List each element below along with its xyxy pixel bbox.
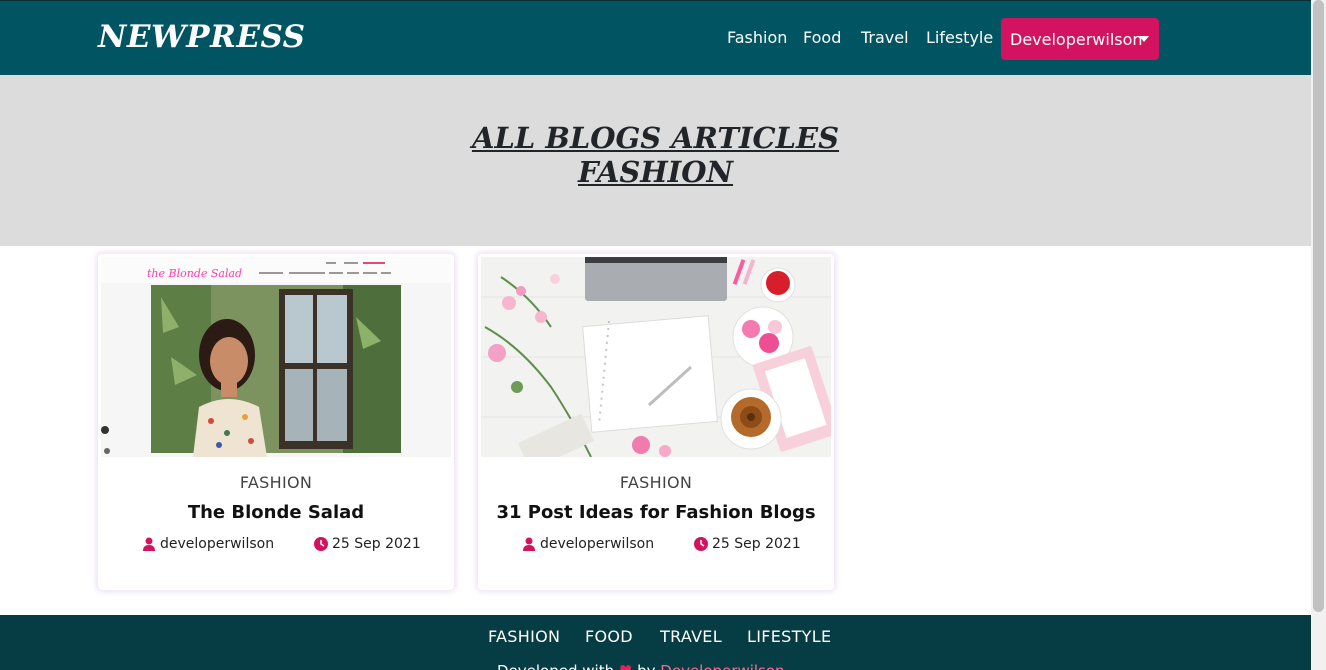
page-title-line-2: FASHION — [577, 155, 734, 189]
footer-credit-by: by — [637, 662, 655, 670]
post-date-text: 25 Sep 2021 — [712, 536, 801, 552]
post-thumbnail[interactable] — [481, 257, 831, 457]
page-title: ALL BLOGS ARTICLES FASHION — [0, 121, 1311, 189]
top-navbar: NEWPRESS Fashion Food Travel Lifestyle D… — [0, 0, 1311, 75]
clock-icon — [694, 537, 708, 551]
post-author: developerwilson — [142, 536, 274, 552]
post-title[interactable]: 31 Post Ideas for Fashion Blogs — [478, 502, 834, 523]
nav-link-food[interactable]: Food — [803, 28, 841, 47]
page-header: ALL BLOGS ARTICLES FASHION — [0, 75, 1311, 246]
heart-icon: ♥ — [619, 662, 632, 670]
user-dropdown-label: Developerwilson — [1010, 29, 1143, 49]
post-card[interactable]: the Blonde Salad FASHION The Blonde Sala… — [98, 254, 454, 590]
post-date: 25 Sep 2021 — [314, 536, 421, 552]
footer-credit-prefix: Developed with — [497, 662, 614, 670]
footer-link-food[interactable]: FOOD — [585, 627, 633, 646]
post-author-name[interactable]: developerwilson — [160, 536, 274, 552]
post-date-text: 25 Sep 2021 — [332, 536, 421, 552]
post-thumbnail[interactable]: the Blonde Salad — [101, 257, 451, 457]
post-author: developerwilson — [522, 536, 654, 552]
post-category: FASHION — [619, 473, 693, 492]
nav-link-fashion[interactable]: Fashion — [727, 28, 787, 47]
page-scrollbar-thumb[interactable] — [1313, 0, 1324, 612]
user-icon — [523, 537, 535, 551]
user-dropdown-button[interactable]: Developerwilson — [1001, 18, 1159, 60]
site-footer: FASHION FOOD TRAVEL LIFESTYLE Developed … — [0, 615, 1311, 670]
blonde-salad-screenshot-image: the Blonde Salad — [101, 257, 451, 457]
brand-logo[interactable]: NEWPRESS — [98, 19, 306, 55]
clock-icon — [314, 537, 328, 551]
post-title[interactable]: The Blonde Salad — [98, 502, 454, 523]
footer-link-fashion[interactable]: FASHION — [488, 627, 560, 646]
user-icon — [143, 537, 155, 551]
desk-flatlay-image — [481, 257, 831, 457]
footer-link-lifestyle[interactable]: LIFESTYLE — [747, 627, 831, 646]
post-date: 25 Sep 2021 — [694, 536, 801, 552]
footer-link-travel[interactable]: TRAVEL — [660, 627, 722, 646]
post-category: FASHION — [239, 473, 313, 492]
nav-link-lifestyle[interactable]: Lifestyle — [926, 28, 993, 47]
footer-credit: Developed with ♥ by Developerwilson — [497, 662, 785, 670]
post-author-name[interactable]: developerwilson — [540, 536, 654, 552]
post-card[interactable]: FASHION 31 Post Ideas for Fashion Blogs … — [478, 254, 834, 590]
nav-link-travel[interactable]: Travel — [861, 28, 909, 47]
caret-down-icon — [1139, 36, 1149, 42]
footer-credit-author-link[interactable]: Developerwilson — [660, 662, 784, 670]
page-title-line-1: ALL BLOGS ARTICLES — [471, 121, 840, 155]
blonde-salad-logo-text: the Blonde Salad — [147, 267, 242, 280]
